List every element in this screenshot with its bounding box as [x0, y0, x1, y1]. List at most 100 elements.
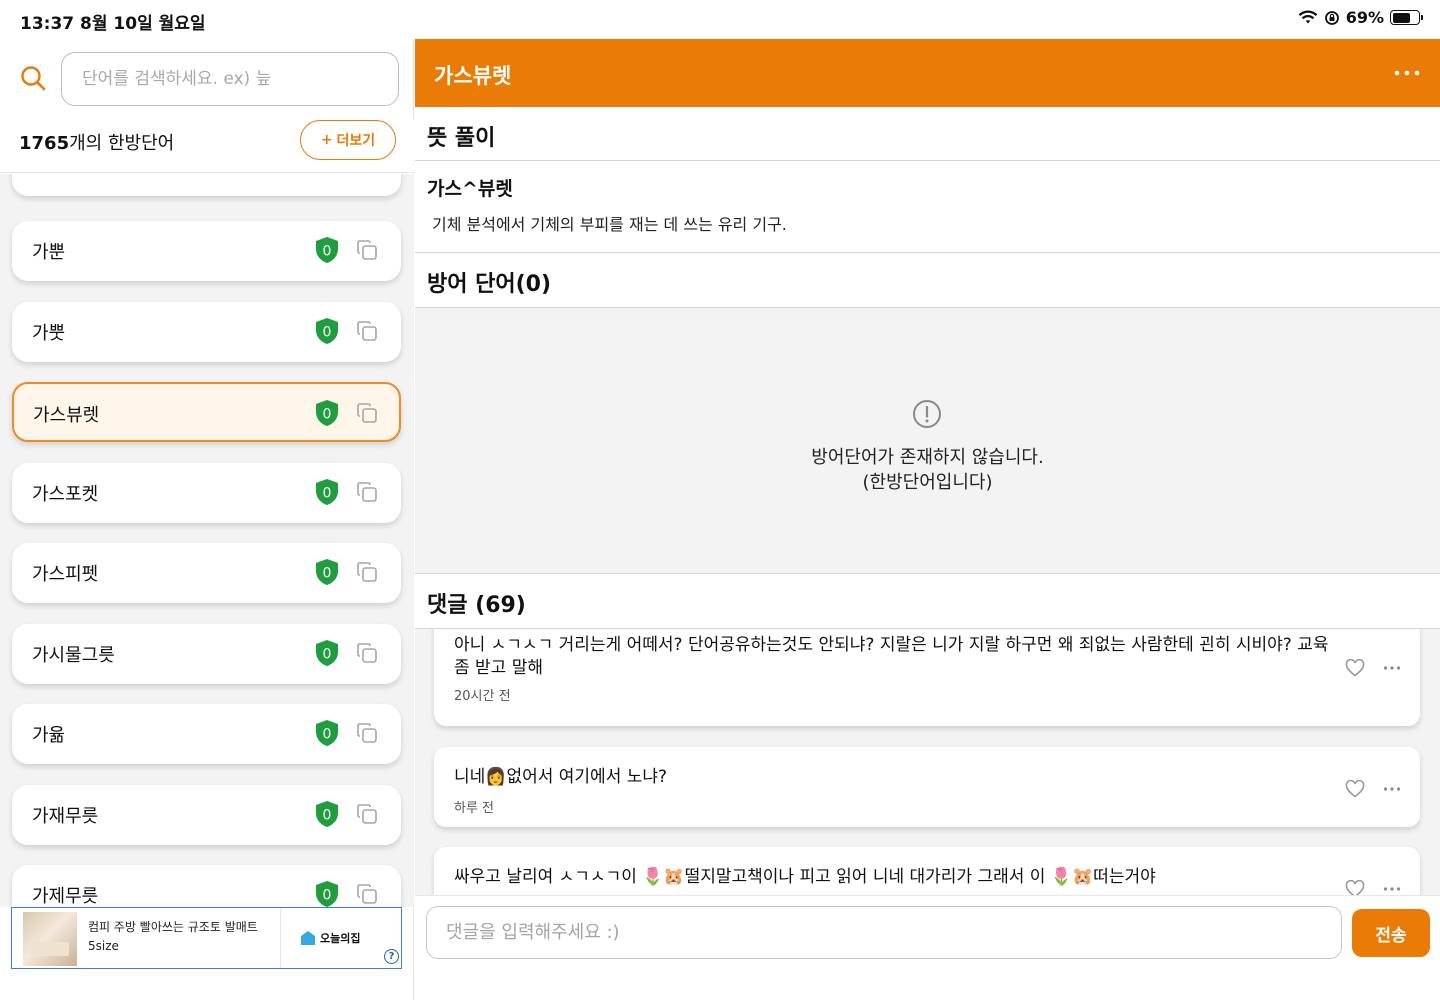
- word-label: 가시물그릇: [32, 644, 115, 666]
- shield-count: 0: [323, 807, 332, 823]
- word-list-item[interactable]: 가시물그릇 0: [12, 623, 401, 684]
- word-label: 가스피펫: [32, 564, 99, 585]
- search-input[interactable]: [61, 52, 399, 106]
- shield-icon: 0: [316, 800, 338, 827]
- comment-item[interactable]: 아니 ㅅㄱㅅㄱ 거리는게 어떼서? 단어공유하는것도 안되냐? 지랄은 니가 지…: [434, 629, 1420, 726]
- heart-icon[interactable]: [1345, 880, 1365, 895]
- ad-image[interactable]: [23, 912, 77, 966]
- comment-input[interactable]: [426, 906, 1342, 959]
- word-label: 가스뷰렛: [33, 405, 100, 426]
- shield-count: 0: [323, 244, 332, 260]
- shield-icon: 0: [316, 317, 338, 344]
- defense-empty-state: 방어단어가 존재하지 않습니다. (한방단어입니다): [415, 308, 1440, 574]
- word-list-item[interactable]: 가윪 0: [12, 704, 401, 764]
- meaning-header: 뜻 풀이: [427, 126, 496, 151]
- search-icon[interactable]: [20, 65, 46, 91]
- comment-more-icon[interactable]: [1383, 886, 1401, 892]
- send-button[interactable]: 전송: [1352, 909, 1430, 957]
- comment-time: 20시간 전: [454, 689, 511, 704]
- word-list-item[interactable]: 가스뷰렛 0: [12, 382, 401, 442]
- comment-text: 니네👩없어서 여기에서 노냐?: [454, 767, 668, 787]
- comments-section-header: 댓글 (69): [415, 574, 1440, 629]
- ad-banner[interactable]: 컴피 주방 빨아쓰는 규조토 발매트 5size 오늘의집 ?: [11, 907, 402, 969]
- ad-title[interactable]: 컴피 주방 빨아쓰는 규조토 발매트: [88, 918, 258, 935]
- shield-icon: 0: [316, 237, 338, 263]
- detail-header: 가스뷰렛: [415, 39, 1440, 107]
- status-bar: 13:37 8월 10일 월요일 69%: [0, 0, 1440, 39]
- word-count-row: 1765개의 한방단어 + 더보기: [0, 119, 414, 173]
- word-list-item[interactable]: 가뿟 0: [12, 301, 401, 362]
- defense-empty-line1: 방어단어가 존재하지 않습니다.: [811, 447, 1044, 468]
- word-label: 가재무릇: [32, 805, 99, 827]
- word-label: 가제무릇: [32, 886, 99, 907]
- wifi-icon: [1298, 10, 1318, 24]
- list-item-partial[interactable]: [12, 174, 401, 196]
- comment-more-icon[interactable]: [1383, 786, 1401, 792]
- shield-count: 0: [323, 485, 332, 501]
- detail-panel: 가스뷰렛 뜻 풀이 가스^뷰렛 기체 분석에서 기체의 부피를 재는 데 쓰는 …: [415, 39, 1440, 1000]
- comment-time: 하루 전: [454, 801, 495, 816]
- copy-icon[interactable]: [356, 803, 378, 825]
- word-list-item[interactable]: 가재무릇 0: [12, 784, 401, 845]
- word-label: 가스포켓: [32, 483, 99, 505]
- word-label: 가윪: [32, 725, 66, 746]
- copy-icon[interactable]: [356, 883, 378, 905]
- shield-count: 0: [323, 888, 332, 904]
- copy-icon[interactable]: [356, 722, 378, 744]
- battery-percent: 69%: [1345, 8, 1384, 27]
- heart-icon[interactable]: [1345, 780, 1365, 798]
- word-list-item[interactable]: 가스피펫 0: [12, 543, 401, 603]
- copy-icon[interactable]: [356, 481, 378, 503]
- status-right: 69%: [1298, 8, 1423, 27]
- comment-item[interactable]: 니네👩없어서 여기에서 노냐? 하루 전: [434, 747, 1420, 827]
- shield-icon: 0: [316, 639, 338, 666]
- comment-list[interactable]: 아니 ㅅㄱㅅㄱ 거리는게 어떼서? 단어공유하는것도 안되냐? 지랄은 니가 지…: [415, 629, 1440, 895]
- ad-brand-name: 오늘의집: [320, 932, 361, 945]
- copy-icon[interactable]: [356, 561, 378, 583]
- word-list[interactable]: 가뿐 0 가뿟 0 가스뷰렛 0 가스포켓 0 가스피펫 0 가시물그릇 0 가윪 0 가재무릇 0 가제무릇 0: [0, 174, 414, 907]
- comment-item[interactable]: 싸우고 날리여 ㅅㄱㅅㄱ이 🌷🐹떨지말고책이나 피고 읽어 니네 대가리가 그래…: [434, 847, 1420, 895]
- definition-text: 기체 분석에서 기체의 부피를 재는 데 쓰는 유리 기구.: [432, 215, 787, 234]
- comment-text: 싸우고 날리여 ㅅㄱㅅㄱ이 🌷🐹떨지말고책이나 피고 읽어 니네 대가리가 그래…: [454, 867, 1156, 887]
- word-list-item[interactable]: 가뿐 0: [12, 221, 401, 281]
- status-time-date: 13:37 8월 10일 월요일: [20, 14, 206, 34]
- shield-count: 0: [323, 407, 332, 423]
- defense-empty-line2: (한방단어입니다): [862, 472, 993, 493]
- plus-icon: +: [320, 132, 333, 148]
- ad-subtitle: 5size: [88, 939, 119, 953]
- shield-icon: 0: [316, 881, 338, 907]
- word-list-item[interactable]: 가스포켓 0: [12, 462, 401, 523]
- detail-title: 가스뷰렛: [434, 64, 512, 88]
- defense-empty-message: 방어단어가 존재하지 않습니다. (한방단어입니다): [415, 445, 1440, 495]
- comment-input-bar: 전송: [415, 895, 1440, 1000]
- copy-icon[interactable]: [356, 320, 378, 342]
- ad-brand[interactable]: 오늘의집: [300, 930, 360, 946]
- heart-icon[interactable]: [1345, 659, 1365, 677]
- shield-icon: 0: [316, 478, 338, 505]
- word-count: 1765개의 한방단어: [19, 129, 174, 155]
- word-list-item[interactable]: 가제무릇 0: [12, 865, 401, 907]
- word-list-panel: 1765개의 한방단어 +더보기 가뿐0가뿟0가스뷰렛0가스포켓0가스피펫0가시…: [0, 39, 414, 1000]
- more-options-icon[interactable]: [1394, 63, 1420, 83]
- shield-count: 0: [323, 727, 332, 743]
- comment-text: 아니 ㅅㄱㅅㄱ 거리는게 어떼서? 단어공유하는것도 안되냐? 지랄은 니가 지…: [454, 635, 1329, 678]
- meaning-section-header: 뜻 풀이: [415, 107, 1440, 161]
- defense-header: 방어 단어(0): [427, 272, 552, 297]
- word-label: 가뿟: [32, 322, 66, 344]
- ad-help-icon[interactable]: ?: [384, 949, 399, 964]
- copy-icon[interactable]: [356, 402, 378, 424]
- definition-word: 가스^뷰렛: [427, 178, 513, 200]
- comment-more-icon[interactable]: [1383, 665, 1401, 671]
- shield-count: 0: [323, 566, 332, 582]
- copy-icon[interactable]: [356, 239, 378, 261]
- copy-icon[interactable]: [356, 642, 378, 664]
- defense-section-header: 방어 단어(0): [415, 253, 1440, 308]
- word-count-number: 1765: [19, 133, 70, 154]
- comments-header: 댓글 (69): [427, 593, 526, 618]
- shield-icon: 0: [316, 720, 338, 746]
- more-button-label: 더보기: [336, 133, 376, 149]
- search-bar: [0, 39, 414, 119]
- orientation-lock-icon: [1324, 10, 1339, 25]
- more-button[interactable]: + 더보기: [300, 120, 396, 160]
- house-logo-icon: [301, 931, 315, 945]
